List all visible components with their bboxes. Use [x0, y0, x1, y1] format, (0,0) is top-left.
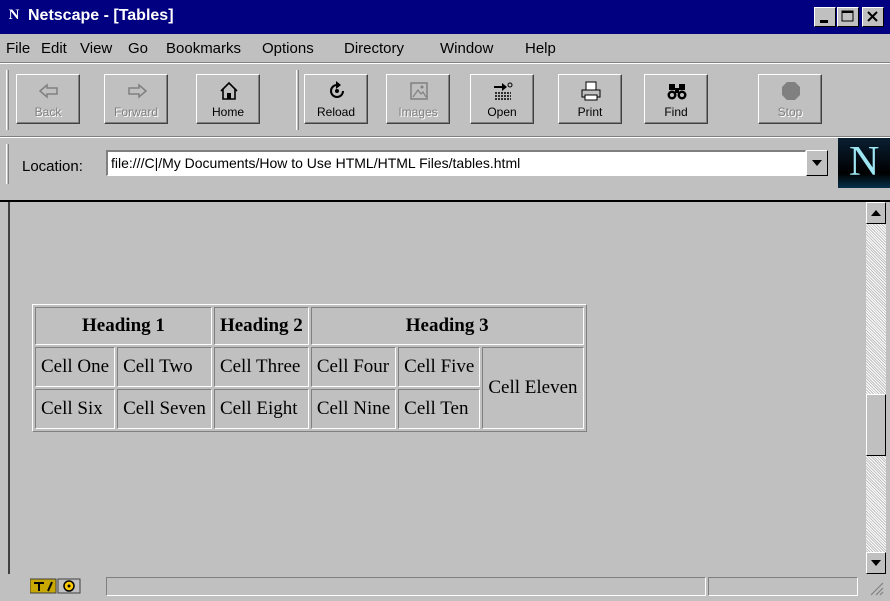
location-dropdown-button[interactable]	[806, 150, 828, 176]
menu-window[interactable]: Window	[440, 40, 493, 57]
toolbar: Back Forward Home Reload Images Open Pri…	[0, 64, 890, 136]
table-header-row: Heading 1 Heading 2 Heading 3	[35, 307, 584, 345]
vertical-scrollbar[interactable]	[866, 202, 886, 574]
status-progress-field	[708, 577, 858, 596]
forward-label: Forward	[113, 105, 158, 119]
netscape-logo-letter: N	[849, 139, 880, 185]
resize-grip-icon[interactable]	[868, 580, 884, 596]
chevron-up-icon	[871, 210, 881, 216]
menu-options[interactable]: Options	[262, 40, 314, 57]
print-button[interactable]: Print	[558, 74, 622, 124]
images-label: Images	[398, 105, 438, 119]
location-grip[interactable]	[6, 144, 9, 184]
table-cell: Cell Two	[117, 347, 212, 387]
toolbar-grip[interactable]	[6, 70, 9, 130]
table-heading: Heading 3	[310, 307, 584, 345]
demo-table: Heading 1 Heading 2 Heading 3 Cell One C…	[32, 304, 587, 432]
scroll-down-button[interactable]	[866, 552, 886, 574]
security-key-icon[interactable]	[30, 577, 90, 595]
images-icon	[410, 82, 428, 100]
location-bar: Location: file:///C|/My Documents/How to…	[0, 138, 890, 196]
table-cell: Cell Six	[35, 389, 116, 429]
location-url-field[interactable]: file:///C|/My Documents/How to Use HTML/…	[106, 150, 806, 176]
minimize-icon	[820, 20, 828, 23]
back-arrow-icon	[38, 83, 58, 99]
menu-bookmarks[interactable]: Bookmarks	[166, 40, 241, 57]
open-icon	[494, 82, 513, 100]
close-icon	[867, 11, 878, 22]
table-cell: Cell Four	[310, 347, 397, 387]
reload-button[interactable]: Reload	[304, 74, 368, 124]
close-button[interactable]	[862, 7, 884, 27]
home-icon	[220, 81, 238, 100]
status-bar	[0, 574, 890, 601]
table-row: Cell One Cell Two Cell Three Cell Four C…	[35, 347, 584, 429]
scroll-up-button[interactable]	[866, 202, 886, 224]
print-label: Print	[577, 105, 603, 119]
chevron-down-icon	[871, 560, 881, 566]
menu-edit[interactable]: Edit	[41, 40, 67, 57]
open-button[interactable]: Open	[470, 74, 534, 124]
title-bar: N Netscape - [Tables]	[0, 0, 890, 34]
window-title: Netscape - [Tables]	[28, 7, 174, 24]
reload-icon	[330, 81, 344, 98]
table-heading: Heading 1	[35, 307, 212, 345]
binoculars-icon	[667, 84, 687, 100]
table-cell: Cell Ten	[398, 389, 481, 429]
table-cell: Cell One	[35, 347, 116, 387]
toolbar-grip[interactable]	[296, 70, 299, 130]
maximize-icon	[841, 10, 854, 22]
open-label: Open	[487, 105, 517, 119]
print-icon	[581, 81, 601, 101]
forward-arrow-icon	[128, 83, 148, 99]
netscape-logo[interactable]: N	[838, 138, 890, 188]
menu-help[interactable]: Help	[525, 40, 556, 57]
menu-file[interactable]: File	[6, 40, 30, 57]
forward-button[interactable]: Forward	[104, 74, 168, 124]
menu-go[interactable]: Go	[128, 40, 148, 57]
maximize-button[interactable]	[837, 7, 859, 27]
stop-label: Stop	[777, 105, 803, 119]
minimize-button[interactable]	[814, 7, 836, 27]
reload-label: Reload	[316, 105, 356, 119]
status-message-field	[106, 577, 706, 596]
chevron-down-icon	[812, 160, 822, 166]
home-label: Home	[211, 105, 244, 119]
stop-icon	[782, 82, 800, 100]
netscape-n-icon[interactable]: N	[6, 7, 22, 23]
back-button[interactable]: Back	[16, 74, 80, 124]
stop-button[interactable]: Stop	[758, 74, 822, 124]
table-cell: Cell Three	[213, 347, 309, 387]
menu-view[interactable]: View	[80, 40, 112, 57]
table-heading: Heading 2	[213, 307, 309, 345]
home-button[interactable]: Home	[196, 74, 260, 124]
browser-window: N Netscape - [Tables] File Edit View Go …	[0, 0, 890, 601]
table-cell: Cell Five	[398, 347, 481, 387]
table-cell: Cell Eleven	[482, 347, 584, 429]
images-button[interactable]: Images	[386, 74, 450, 124]
table-cell: Cell Seven	[117, 389, 212, 429]
back-label: Back	[34, 105, 62, 119]
find-label: Find	[664, 105, 688, 119]
find-button[interactable]: Find	[644, 74, 708, 124]
menu-directory[interactable]: Directory	[344, 40, 404, 57]
location-label: Location:	[22, 158, 83, 175]
menu-bar: File Edit View Go Bookmarks Options Dire…	[0, 34, 890, 62]
table-cell: Cell Eight	[213, 389, 309, 429]
scroll-thumb[interactable]	[866, 394, 886, 456]
table-cell: Cell Nine	[310, 389, 397, 429]
